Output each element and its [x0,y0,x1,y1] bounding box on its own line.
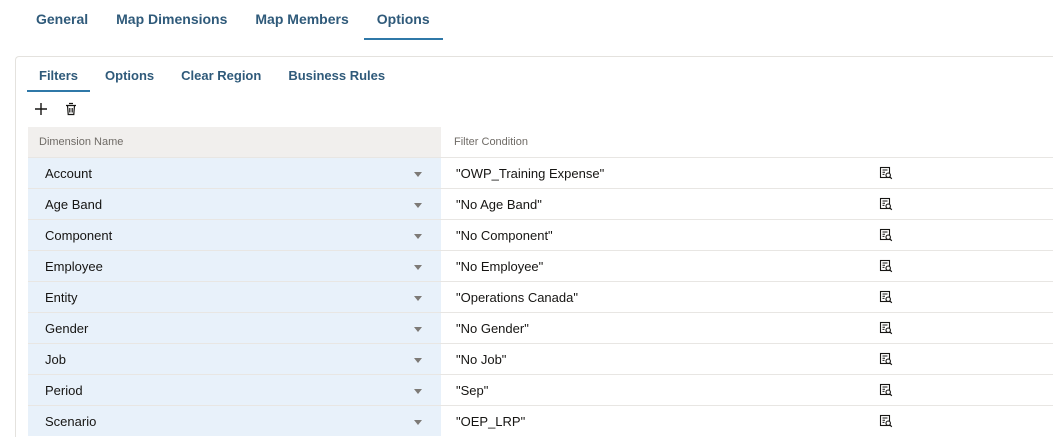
filter-condition-cell[interactable]: "OWP_Training Expense" [441,158,1053,188]
dimension-select[interactable]: Account [28,158,441,188]
filter-condition-value: "OEP_LRP" [456,413,526,429]
header-filter-condition: Filter Condition [454,136,528,148]
dimension-name: Account [45,165,92,181]
dimension-select[interactable]: Gender [28,313,441,343]
chevron-down-icon[interactable] [414,420,422,425]
filter-condition-cell[interactable]: "No Employee" [441,251,1053,281]
chevron-down-icon[interactable] [414,265,422,270]
member-selector-icon[interactable] [879,197,893,211]
filter-condition-cell[interactable]: "Sep" [441,375,1053,405]
dimension-select[interactable]: Period [28,375,441,405]
dimension-select[interactable]: Job [28,344,441,374]
filter-condition-value: "No Component" [456,227,553,243]
tab-options[interactable]: Options [363,0,443,40]
dimension-select[interactable]: Employee [28,251,441,281]
member-selector-icon[interactable] [879,228,893,242]
chevron-down-icon[interactable] [414,358,422,363]
filter-condition-value: "No Job" [456,351,507,367]
member-selector-icon[interactable] [879,259,893,273]
filter-toolbar [32,100,80,118]
filter-condition-cell[interactable]: "No Job" [441,344,1053,374]
table-row: Entity "Operations Canada" [28,281,1053,312]
table-row: Job "No Job" [28,343,1053,374]
dimension-select[interactable]: Scenario [28,406,441,436]
sub-tab-bar: Filters Options Clear Region Business Ru… [27,66,412,92]
filter-condition-value: "Sep" [456,382,489,398]
filters-table: Dimension Name Filter Condition Account … [28,127,1053,436]
filter-condition-cell[interactable]: "Operations Canada" [441,282,1053,312]
add-button[interactable] [32,100,50,118]
filter-condition-cell[interactable]: "OEP_LRP" [441,406,1053,436]
member-selector-icon[interactable] [879,383,893,397]
dimension-name: Employee [45,258,103,274]
dimension-name: Component [45,227,113,243]
tab-map-members[interactable]: Map Members [255,0,348,38]
filter-condition-value: "OWP_Training Expense" [456,165,605,181]
dimension-name: Period [45,382,83,398]
filter-condition-cell[interactable]: "No Age Band" [441,189,1053,219]
member-selector-icon[interactable] [879,166,893,180]
member-selector-icon[interactable] [879,321,893,335]
dimension-name: Entity [45,289,78,305]
filter-condition-value: "Operations Canada" [456,289,578,305]
subtab-options[interactable]: Options [105,66,154,90]
dimension-name: Gender [45,320,89,336]
table-row: Scenario "OEP_LRP" [28,405,1053,436]
chevron-down-icon[interactable] [414,296,422,301]
chevron-down-icon[interactable] [414,389,422,394]
filter-condition-cell[interactable]: "No Component" [441,220,1053,250]
dimension-name: Scenario [45,413,97,429]
filter-condition-value: "No Age Band" [456,196,542,212]
subtab-clear-region[interactable]: Clear Region [181,66,261,90]
tab-map-dimensions[interactable]: Map Dimensions [116,0,227,38]
chevron-down-icon[interactable] [414,234,422,239]
tab-general[interactable]: General [36,0,88,38]
table-row: Employee "No Employee" [28,250,1053,281]
chevron-down-icon[interactable] [414,203,422,208]
dimension-select[interactable]: Age Band [28,189,441,219]
subtab-filters[interactable]: Filters [27,66,91,92]
table-row: Period "Sep" [28,374,1053,405]
dimension-name: Age Band [45,196,103,212]
chevron-down-icon[interactable] [414,172,422,177]
table-header: Dimension Name Filter Condition [28,127,1053,157]
table-row: Component "No Component" [28,219,1053,250]
member-selector-icon[interactable] [879,414,893,428]
chevron-down-icon[interactable] [414,327,422,332]
table-body: Account "OWP_Training Expense" Age Band … [28,157,1053,436]
table-row: Gender "No Gender" [28,312,1053,343]
dimension-select[interactable]: Entity [28,282,441,312]
trash-icon [66,102,76,116]
member-selector-icon[interactable] [879,290,893,304]
table-row: Age Band "No Age Band" [28,188,1053,219]
subtab-business-rules[interactable]: Business Rules [288,66,385,90]
plus-icon [35,103,47,115]
filter-condition-cell[interactable]: "No Gender" [441,313,1053,343]
header-dimension-name: Dimension Name [28,127,441,157]
options-panel: Filters Options Clear Region Business Ru… [15,56,1053,437]
dimension-name: Job [45,351,66,367]
top-tab-bar: General Map Dimensions Map Members Optio… [36,0,458,40]
member-selector-icon[interactable] [879,352,893,366]
filter-condition-value: "No Gender" [456,320,529,336]
delete-button[interactable] [62,100,80,118]
table-row: Account "OWP_Training Expense" [28,157,1053,188]
dimension-select[interactable]: Component [28,220,441,250]
filter-condition-value: "No Employee" [456,258,544,274]
